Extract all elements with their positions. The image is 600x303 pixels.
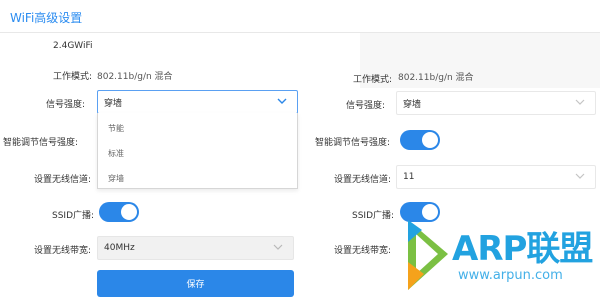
play-logo-icon: [408, 220, 448, 290]
signal-strength-label: 信号强度:: [46, 100, 86, 110]
mode-value-right: 802.11b/g/n 混合: [398, 73, 474, 83]
signal-strength-select-right[interactable]: 穿墙: [396, 91, 596, 115]
toggle-knob: [121, 204, 137, 220]
channel-value-right: 11: [403, 172, 415, 182]
option-standard[interactable]: 标准: [108, 148, 124, 159]
signal-strength-label-right: 信号强度:: [346, 101, 386, 111]
bandwidth-label: 设置无线带宽:: [34, 246, 92, 256]
signal-strength-value-right: 穿墙: [403, 99, 422, 110]
ssid-broadcast-label: SSID广播:: [52, 211, 95, 221]
smart-signal-toggle-right[interactable]: [400, 130, 440, 150]
toggle-knob: [422, 132, 438, 148]
background-panel: [360, 33, 600, 88]
chevron-down-icon: [277, 98, 287, 104]
option-wall-penetration[interactable]: 穿墙: [108, 173, 124, 184]
smart-signal-label: 智能调节信号强度:: [3, 138, 79, 148]
save-button[interactable]: 保存: [97, 270, 294, 297]
mode-value: 802.11b/g/n 混合: [97, 72, 173, 82]
mode-label: 工作模式:: [53, 72, 93, 82]
signal-strength-dropdown: 节能 标准 穿墙: [97, 113, 298, 189]
bandwidth-label-right: 设置无线带宽:: [334, 246, 392, 256]
chevron-down-icon: [575, 173, 585, 179]
channel-label-right: 设置无线信道:: [334, 175, 392, 185]
watermark-brand: ARP联盟: [452, 229, 593, 269]
ssid-broadcast-label-right: SSID广播:: [352, 211, 395, 221]
signal-strength-value: 穿墙: [104, 98, 123, 109]
channel-label: 设置无线信道:: [34, 175, 92, 185]
chevron-down-icon: [575, 99, 585, 105]
bandwidth-value: 40MHz: [104, 243, 135, 253]
channel-select-right[interactable]: 11: [396, 165, 596, 189]
chevron-down-icon: [273, 244, 283, 250]
watermark-url: www.arpun.com: [458, 268, 563, 283]
page-title: WiFi高级设置: [10, 11, 83, 25]
signal-strength-select[interactable]: 穿墙: [97, 90, 298, 114]
bandwidth-select[interactable]: 40MHz: [97, 236, 294, 260]
ssid-broadcast-toggle[interactable]: [99, 202, 139, 222]
mode-label-right: 工作模式:: [353, 75, 393, 85]
option-energy-saving[interactable]: 节能: [108, 123, 124, 134]
smart-signal-label-right: 智能调节信号强度:: [315, 138, 391, 148]
band-label: 2.4GWiFi: [53, 41, 93, 51]
